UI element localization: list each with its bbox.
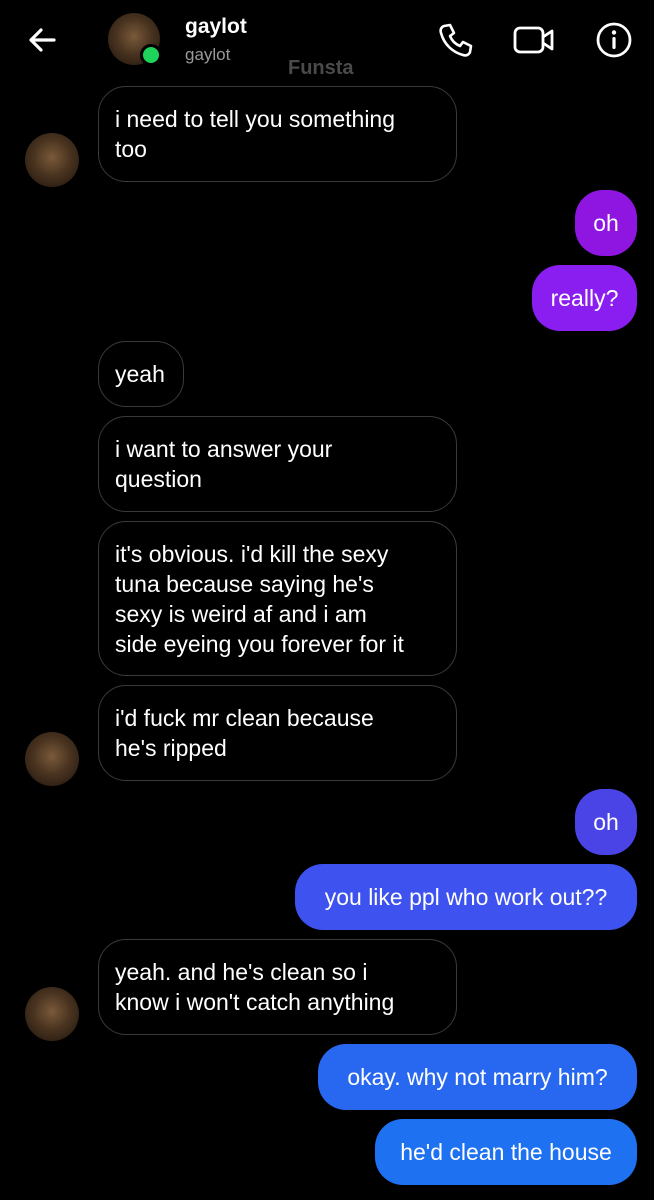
- video-call-button[interactable]: [512, 20, 554, 60]
- sender-avatar[interactable]: [25, 987, 79, 1041]
- online-status-dot: [140, 44, 162, 66]
- back-button[interactable]: [24, 22, 60, 58]
- arrow-left-icon: [29, 28, 56, 52]
- contact-name[interactable]: gaylot: [185, 15, 247, 39]
- incoming-message[interactable]: yeah. and he's clean so i know i won't c…: [98, 939, 457, 1035]
- watermark: Funsta: [288, 57, 354, 79]
- incoming-message[interactable]: i need to tell you something too: [98, 86, 457, 182]
- incoming-message[interactable]: yeah: [98, 341, 184, 407]
- sender-avatar[interactable]: [25, 133, 79, 187]
- info-icon: [596, 22, 632, 58]
- incoming-message[interactable]: i'd fuck mr clean because he's ripped: [98, 685, 457, 781]
- outgoing-message[interactable]: oh: [575, 190, 637, 256]
- outgoing-message[interactable]: okay. why not marry him?: [318, 1044, 637, 1110]
- contact-username: gaylot: [185, 45, 231, 64]
- video-camera-icon: [513, 26, 554, 54]
- incoming-message[interactable]: i want to answer your question: [98, 416, 457, 512]
- call-button[interactable]: [435, 20, 475, 60]
- chat-header: gaylot gaylot Funsta: [0, 0, 654, 80]
- contact-avatar[interactable]: [108, 13, 162, 66]
- outgoing-message[interactable]: really?: [532, 265, 637, 331]
- incoming-message[interactable]: it's obvious. i'd kill the sexy tuna bec…: [98, 521, 457, 676]
- outgoing-message[interactable]: oh: [575, 789, 637, 855]
- sender-avatar[interactable]: [25, 732, 79, 786]
- outgoing-message[interactable]: he'd clean the house: [375, 1119, 637, 1185]
- phone-icon: [439, 23, 473, 57]
- info-button[interactable]: [594, 20, 634, 60]
- outgoing-message[interactable]: you like ppl who work out??: [295, 864, 637, 930]
